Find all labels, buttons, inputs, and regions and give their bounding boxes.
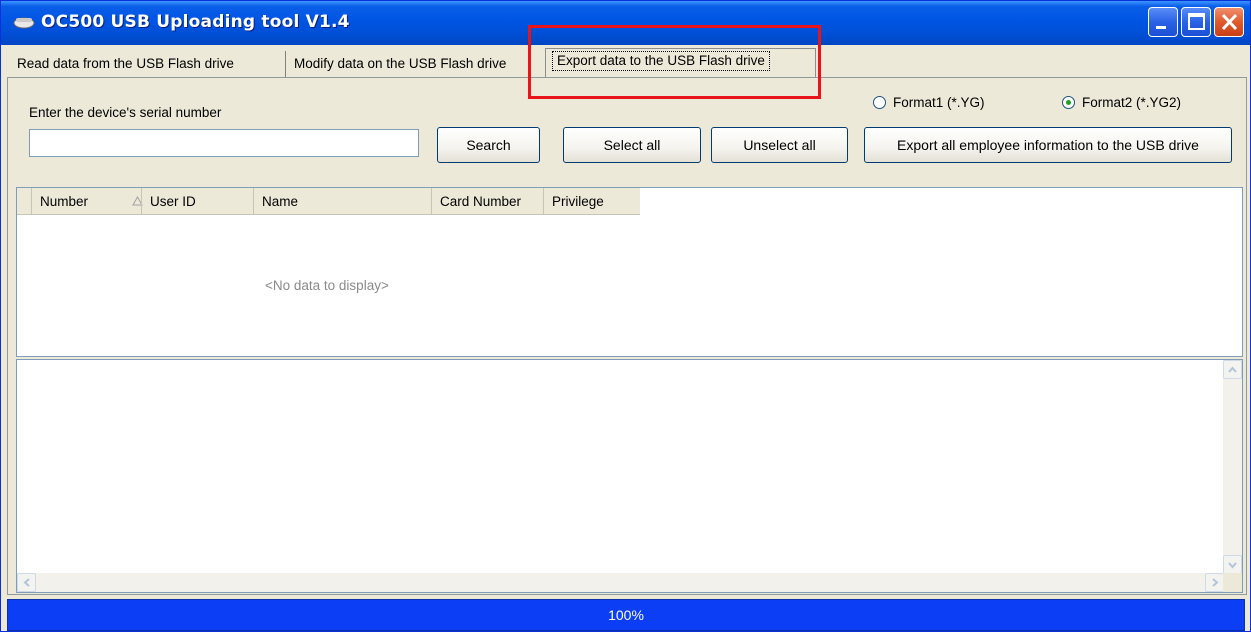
scroll-left-button[interactable]: [17, 573, 36, 592]
maximize-icon: [1188, 13, 1205, 30]
column-header-number[interactable]: Number: [31, 188, 143, 215]
app-window: OC500 USB Uploading tool V1.4 Read data …: [0, 0, 1251, 632]
column-header-user-id[interactable]: User ID: [141, 188, 253, 215]
chevron-right-icon: [1212, 578, 1219, 587]
window-title: OC500 USB Uploading tool V1.4: [41, 12, 350, 32]
format2-radio-label: Format2 (*.YG2): [1082, 95, 1182, 110]
chevron-down-icon: [1228, 562, 1237, 569]
column-header-name[interactable]: Name: [253, 188, 431, 215]
serial-number-label: Enter the device's serial number: [29, 105, 222, 120]
minimize-icon: [1156, 26, 1166, 29]
grid-header: Number User ID Name Card Number Privileg…: [17, 188, 640, 215]
format1-radio-dot[interactable]: [873, 96, 886, 109]
format1-radio-label: Format1 (*.YG): [893, 95, 985, 110]
scroll-up-button[interactable]: [1223, 360, 1242, 379]
grid-empty-message: <No data to display>: [265, 278, 389, 293]
annotation-highlight-box: [528, 25, 821, 99]
column-header-number-label: Number: [40, 194, 89, 209]
horizontal-scrollbar[interactable]: [17, 573, 1224, 592]
tab-modify-data[interactable]: Modify data on the USB Flash drive: [288, 51, 550, 77]
log-textarea[interactable]: [16, 359, 1243, 593]
chevron-left-icon: [23, 578, 30, 587]
scroll-right-button[interactable]: [1205, 573, 1224, 592]
close-button[interactable]: [1214, 7, 1244, 37]
serial-number-input[interactable]: [29, 129, 419, 157]
chevron-up-icon: [1228, 366, 1237, 373]
vertical-scrollbar[interactable]: [1223, 360, 1242, 574]
employee-grid[interactable]: Number User ID Name Card Number Privileg…: [16, 187, 1243, 357]
tab-read-data[interactable]: Read data from the USB Flash drive: [11, 51, 286, 77]
progress-bar: 100%: [7, 599, 1245, 631]
column-header-privilege[interactable]: Privilege: [543, 188, 640, 215]
select-all-button[interactable]: Select all: [563, 127, 701, 163]
export-employees-button[interactable]: Export all employee information to the U…: [864, 127, 1232, 163]
format2-radio-dot[interactable]: [1062, 96, 1075, 109]
scrollbar-corner: [1223, 573, 1242, 592]
minimize-button[interactable]: [1148, 7, 1178, 37]
maximize-button[interactable]: [1181, 7, 1211, 37]
unselect-all-button[interactable]: Unselect all: [711, 127, 848, 163]
scroll-down-button[interactable]: [1223, 555, 1242, 574]
format1-radio[interactable]: Format1 (*.YG): [873, 94, 1023, 112]
usb-drive-icon: [13, 17, 35, 29]
search-button[interactable]: Search: [437, 127, 540, 163]
progress-text: 100%: [608, 607, 644, 623]
format2-radio[interactable]: Format2 (*.YG2): [1062, 94, 1212, 112]
column-header-card-number[interactable]: Card Number: [431, 188, 543, 215]
close-icon: [1221, 13, 1238, 31]
